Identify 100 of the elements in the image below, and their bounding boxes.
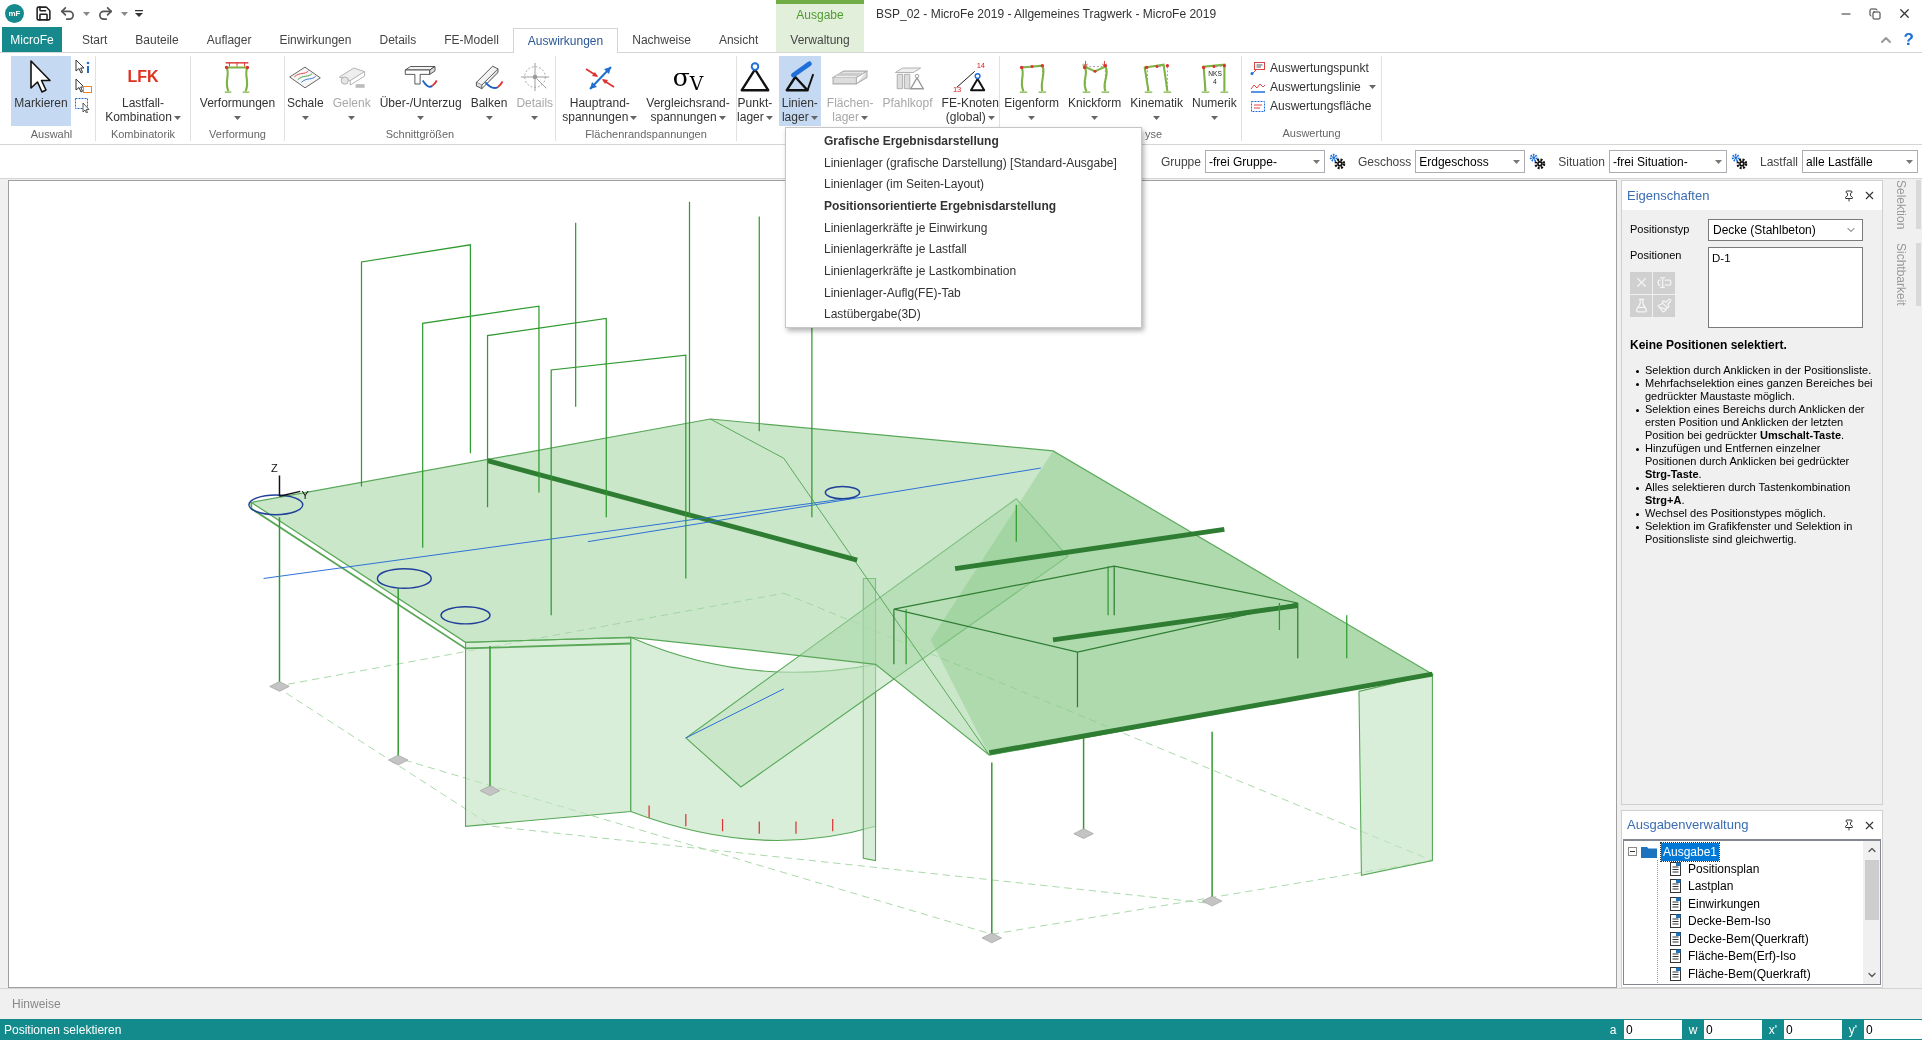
redo-icon[interactable] [97, 5, 114, 22]
ribbon-button[interactable]: Auswertungslinie [1248, 77, 1378, 96]
cursor-frame-icon[interactable] [73, 78, 92, 94]
coordinate-label: a [1608, 1021, 1618, 1039]
ribbon-tab[interactable]: MicroFe [2, 27, 62, 52]
ribbon-button[interactable]: Knickform [1065, 56, 1125, 126]
pin-icon[interactable] [1843, 189, 1855, 202]
ribbon-button[interactable]: Verformungen [196, 56, 279, 126]
caret-icon [987, 115, 995, 120]
caret-icon [1028, 116, 1036, 120]
ribbon-button[interactable]: Markieren [11, 56, 71, 126]
ribbon-button[interactable]: Über-/Unterzug [376, 56, 465, 126]
tree-item[interactable]: Lastplan [1687, 877, 1735, 896]
coordinate-field[interactable]: 0 [1704, 1020, 1762, 1039]
tree-item[interactable]: Positionsplan [1687, 859, 1761, 878]
tree-item[interactable]: Ausgabe1 [1661, 842, 1720, 861]
menu-item[interactable]: Linienlagerkräfte je Lastkombination [786, 260, 1141, 282]
dropdown-field[interactable]: -frei Gruppe- [1204, 150, 1325, 173]
folder-icon [1641, 845, 1657, 858]
menu-section-header: Positionsorientierte Ergebnisdarstellung [823, 197, 1058, 215]
ribbon-button[interactable]: LFK Lastfall- Kombination [102, 56, 184, 126]
ribbon-button[interactable]: Punkt- lager [734, 56, 776, 126]
caret-icon[interactable] [83, 11, 90, 16]
ribbon-button[interactable]: Hauptrand- spannungen [559, 56, 641, 126]
ribbon-tab[interactable]: Einwirkungen [265, 27, 366, 52]
dropdown-field[interactable]: Erdgeschoss [1415, 150, 1526, 173]
save-icon[interactable] [35, 5, 52, 22]
ribbon-button[interactable]: Auswertungsfläche [1248, 96, 1374, 115]
close-icon[interactable] [1863, 189, 1876, 202]
surface-support-icon [832, 69, 869, 85]
info-cursor-icon[interactable] [73, 59, 92, 75]
ribbon-button[interactable]: 14 13 FE-Knoten (global) [938, 56, 1002, 126]
ribbon-button[interactable]: Eigenform [1001, 56, 1062, 126]
group-label: Verformung [209, 128, 266, 140]
document-icon [1670, 966, 1681, 981]
customize-toolbar-icon[interactable] [135, 10, 143, 17]
selection-rectangle-icon[interactable] [73, 97, 92, 113]
tree-item[interactable]: Fläche-Bem(Querkraft) [1687, 964, 1812, 983]
settings-icon[interactable] [1529, 153, 1547, 170]
ribbon-button[interactable]: Auswertungspunkt [1248, 58, 1371, 77]
menu-item[interactable]: Linienlager (grafische Darstellung) [Standard-Ausgabe] [786, 151, 1141, 174]
coordinate-label: w [1687, 1021, 1699, 1039]
list-item[interactable]: D-1 [1712, 250, 1731, 268]
scrollbar-thumb[interactable] [1864, 860, 1879, 920]
type-select[interactable]: Decke (Stahlbeton) [1708, 219, 1863, 241]
help-button[interactable]: ? [1903, 31, 1914, 48]
caret-icon [1714, 159, 1722, 164]
ribbon-button[interactable]: Balken [467, 56, 511, 126]
ribbon-button[interactable]: σ$_{V}$ Vergleichsrand- spannungen [643, 56, 733, 126]
document-icon [1670, 949, 1681, 964]
ribbon-tab[interactable]: Bauteile [121, 27, 193, 52]
dropdown-field[interactable]: -frei Situation- [1608, 150, 1727, 173]
buckling-shape-icon [1081, 60, 1110, 93]
ribbon-button[interactable]: Kinematik [1127, 56, 1187, 126]
menu-item[interactable]: Lastübergabe(3D) [786, 303, 1141, 326]
ribbon-tab[interactable]: Auswirkungen [512, 28, 619, 53]
node-number: 14 [976, 61, 986, 71]
caret-icon [1210, 116, 1218, 120]
field-label: Positionen [1630, 248, 1683, 263]
ribbon-tab[interactable]: Ansicht [704, 27, 773, 52]
collapse-icon[interactable] [1628, 847, 1637, 856]
caret-icon [718, 115, 726, 120]
document-icon [1670, 879, 1681, 894]
restore-icon[interactable] [1869, 7, 1881, 20]
coordinate-field[interactable]: 0 [1864, 1020, 1922, 1039]
ribbon-tab[interactable]: FE-Modell [430, 27, 513, 52]
coordinate-field[interactable]: 0 [1784, 1020, 1842, 1039]
axis-label: Z [270, 461, 278, 474]
menu-item[interactable]: Linienlagerkräfte je Einwirkung [786, 216, 1141, 239]
ribbon-button[interactable]: Schale [283, 56, 327, 126]
tree-item[interactable]: Einwirkungen [1687, 894, 1762, 913]
scrollbar[interactable] [1863, 841, 1880, 984]
tree-item[interactable]: Decke-Bem(Querkraft) [1687, 929, 1810, 948]
ribbon-button[interactable]: Linien- lager [778, 56, 821, 126]
group-label: Schnittgrößen [385, 128, 455, 140]
hint-text: Selektion eines Bereichs durch Anklicken der ersten Position und Anklicken der letzten Position bei gedrückter Umschalt-Taste. [1645, 403, 1866, 442]
ribbon-tab[interactable]: Nachweise [618, 27, 705, 52]
settings-icon[interactable] [1328, 153, 1346, 170]
tree-item[interactable]: Fläche-Bem(Erf)-Iso [1687, 947, 1798, 966]
tree-item[interactable]: Decke-Bem-Iso [1687, 912, 1772, 931]
selection-status: Keine Positionen selektiert. [1630, 337, 1788, 354]
coordinate-field[interactable]: 0 [1624, 1020, 1682, 1039]
caret-icon[interactable] [121, 11, 128, 16]
ribbon-tab[interactable]: Auflager [192, 27, 266, 52]
close-icon[interactable] [1897, 6, 1912, 21]
ribbon-tab[interactable]: Start [68, 27, 122, 52]
bullet-icon [1636, 448, 1639, 451]
positions-list[interactable]: D-1 [1708, 247, 1863, 328]
caret-icon [810, 115, 818, 120]
dropdown-field[interactable]: alle Lastfälle [1802, 150, 1918, 173]
caret-icon [1368, 84, 1376, 89]
menu-item[interactable]: Linienlagerkräfte je Lastfall [786, 238, 1141, 261]
coordinate-label: x' [1767, 1021, 1779, 1039]
settings-icon[interactable] [1730, 153, 1748, 170]
undo-icon[interactable] [59, 5, 76, 22]
ribbon-tab[interactable]: Verwaltung [776, 27, 864, 52]
pin-icon[interactable] [1843, 819, 1855, 831]
menu-item[interactable]: Linienlager-Auflg(FE)-Tab [786, 281, 1141, 304]
ribbon-tab[interactable]: Details [365, 27, 431, 52]
document-icon [1670, 861, 1681, 876]
